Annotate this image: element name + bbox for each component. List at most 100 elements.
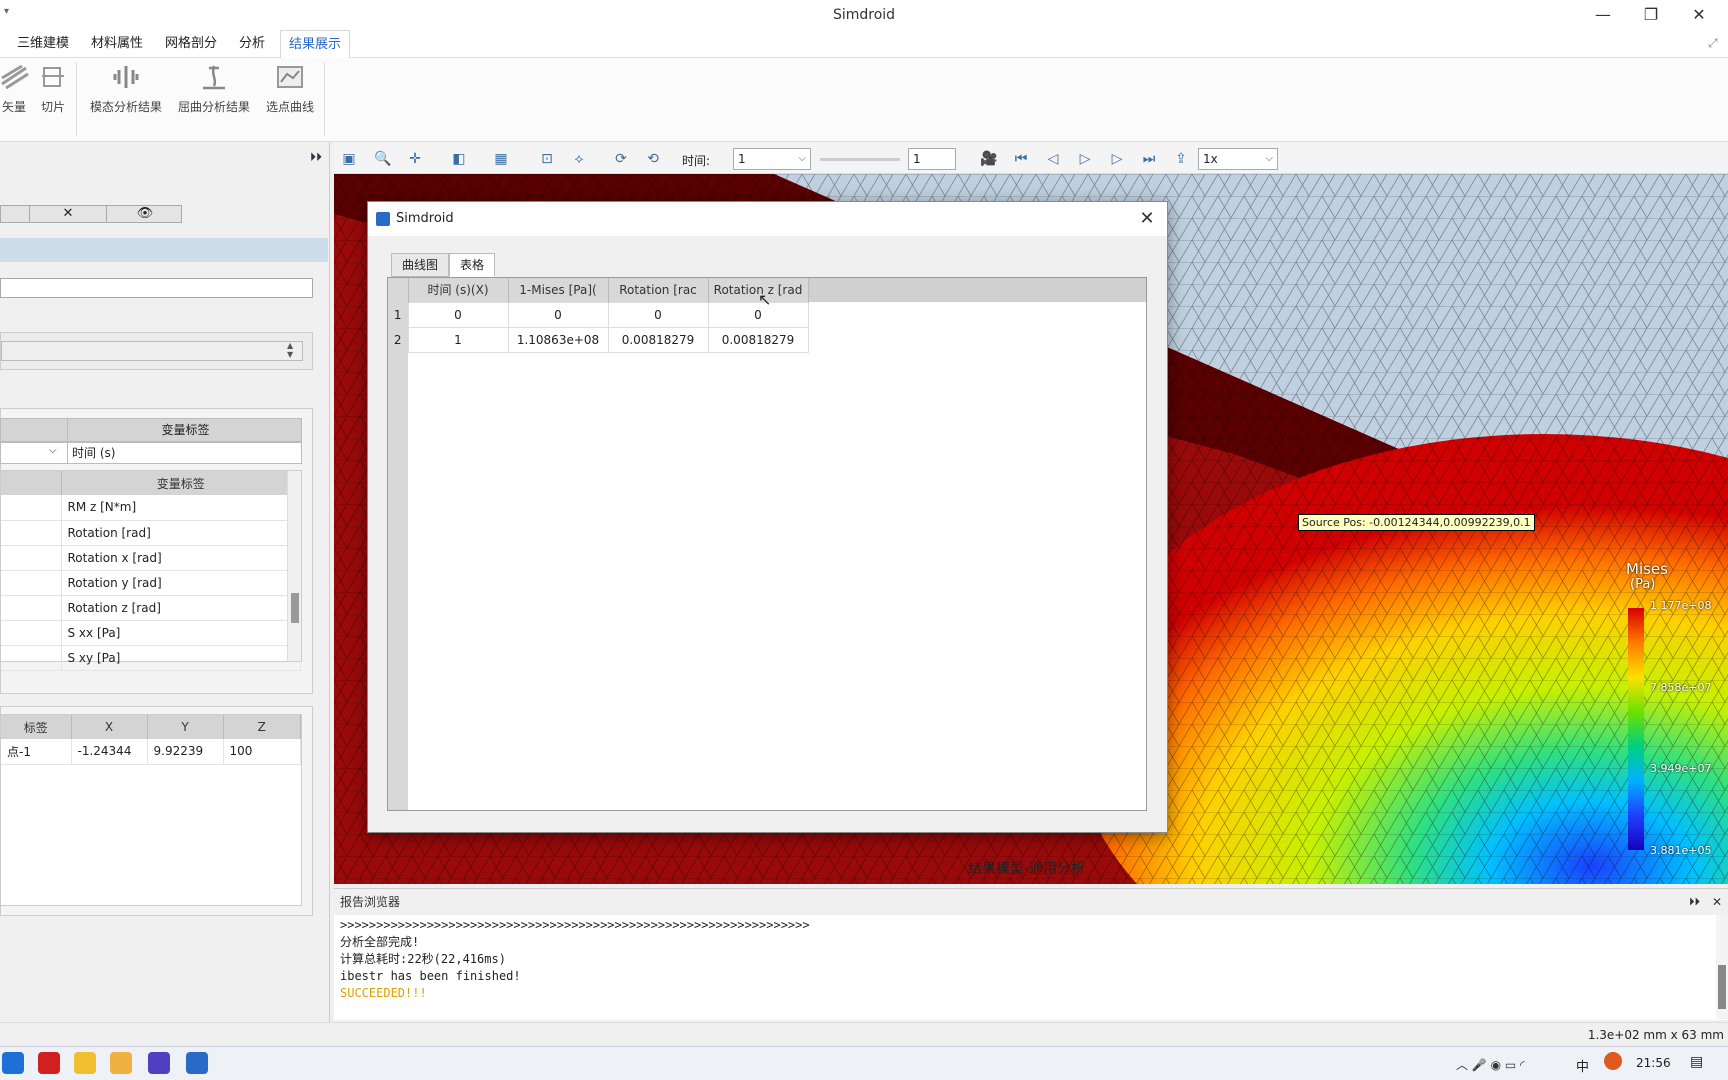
dialog-close-icon[interactable]: ✕ [1133,202,1161,236]
color-legend-bar [1628,608,1644,850]
step-spinbox[interactable]: 1 [908,148,956,170]
last-frame-icon[interactable]: ⏭ [1138,148,1160,170]
report-browser: 报告浏览器 ⏵⏵ ✕ >>>>>>>>>>>>>>>>>>>>>>>>>>>>>… [334,888,1728,1020]
zoom-icon[interactable]: 🔍 [372,148,394,170]
list-item[interactable]: S xy [Pa] [1,645,301,671]
folder-icon[interactable] [110,1052,132,1074]
legend-max: 1.177e+08 [1650,599,1712,612]
reset-rotate-icon[interactable]: ⟲ [642,148,664,170]
view-cube-icon[interactable]: ◧ [448,148,470,170]
tray-icons[interactable]: ︿ 🎤 ◉ ▭ ◜ [1456,1056,1525,1073]
chevron-down-icon: ⌵ [798,153,806,164]
point-curve-button[interactable]: 选点曲线 [262,62,318,115]
name-input[interactable] [0,278,313,298]
system-menu-icon[interactable]: ▾ [4,6,9,17]
vector-button[interactable]: 矢量 [0,62,29,115]
render-mode-icon[interactable]: ▦ [490,148,512,170]
var-list-header: 变量标签 [61,471,301,495]
next-frame-icon[interactable]: ▷ [1106,148,1128,170]
row-header-strip [388,278,408,810]
var-select[interactable]: 时间 (s) [67,443,303,463]
tab-results[interactable]: 结果展示 [280,30,350,58]
notification-icon[interactable]: ▤ [1690,1054,1703,1070]
minimize-button[interactable]: — [1580,0,1626,30]
slice-button[interactable]: 切片 [36,62,70,115]
first-frame-icon[interactable]: ⏮ [1010,148,1032,170]
list-item[interactable]: S xx [Pa] [1,620,301,646]
wps-icon[interactable] [38,1052,60,1074]
legend-value: 7.858e+07 [1650,681,1712,694]
fit-view-icon[interactable]: ⊡ [536,148,558,170]
visibility-eye-icon[interactable]: 👁 [107,206,183,222]
tab-material[interactable]: 材料属性 [86,30,148,58]
spin-input[interactable] [1,341,303,361]
scrollbar-thumb[interactable] [1718,965,1726,1009]
var-header: 变量标签 [67,419,303,441]
close-button[interactable]: ✕ [1676,0,1722,30]
vector-icon [1,64,29,90]
tab-table[interactable]: 表格 [449,253,495,277]
result-table: 时间 (s)(X) 1-Mises [Pa]( Rotation [rac Ro… [387,277,1147,811]
chevron-down-icon[interactable]: ⌵ [49,445,57,456]
clock[interactable]: 21:56 [1636,1056,1671,1070]
collapse-icon[interactable]: ⏵⏵ [1689,889,1700,915]
start-icon[interactable] [2,1052,24,1074]
time-select[interactable]: 1 ⌵ [733,148,811,170]
app-icon[interactable] [74,1052,96,1074]
scrollbar-thumb[interactable] [291,593,299,623]
axis-icon[interactable]: ⟡ [568,148,590,170]
modal-results-icon [113,66,139,88]
ribbon-divider [324,62,325,136]
record-icon[interactable]: 🎥 [978,148,1000,170]
tab-analysis[interactable]: 分析 [234,30,270,58]
modal-results-button[interactable]: 模态分析结果 [88,62,164,115]
list-item[interactable]: Rotation x [rad] [1,545,301,571]
ribbon [0,58,1728,142]
report-close-icon[interactable]: ✕ [1712,889,1722,915]
table-row[interactable]: 1 0 0 0 0 [388,301,809,328]
scale-readout: 1.3e+02 mm x 63 mm [1587,1028,1724,1042]
table-row[interactable]: 点-1 -1.24344 9.92239 100 [1,739,301,765]
ime-indicator[interactable]: 中 [1576,1056,1589,1075]
scrollbar[interactable] [287,471,301,661]
point-curve-icon [277,66,303,88]
buckling-results-button[interactable]: 屈曲分析结果 [176,62,252,115]
col-header[interactable]: 1-Mises [Pa]( [508,278,609,302]
time-label: 时间: [682,154,711,168]
simdroid-taskbar-icon[interactable] [186,1052,208,1074]
export-icon[interactable]: ⇪ [1170,148,1192,170]
restore-button[interactable]: ❐ [1628,0,1674,30]
tab-curve[interactable]: 曲线图 [391,253,449,277]
legend-min: 3.881e+05 [1650,844,1712,857]
antivirus-icon[interactable] [1604,1052,1622,1070]
source-pos-tooltip: Source Pos: -0.00124344,0.00992239,0.1 [1298,514,1535,531]
col-header[interactable]: Rotation [rac [608,278,709,302]
pick-icon[interactable]: ✛ [404,148,426,170]
list-item[interactable]: Rotation [rad] [1,520,301,546]
tab-mesh[interactable]: 网格剖分 [158,30,224,58]
table-row[interactable]: 2 1 1.10863e+08 0.00818279 0.00818279 [388,326,809,353]
selected-row[interactable] [0,238,328,262]
list-item[interactable]: RM z [N*m] [1,495,301,521]
delete-icon[interactable]: ✕ [29,206,107,222]
collapse-panel-icon[interactable]: ⏵⏵ [310,150,322,165]
speed-select[interactable]: 1x ⌵ [1198,148,1278,170]
tab-3d-modeling[interactable]: 三维建模 [10,30,76,58]
buckling-icon [203,65,225,90]
rotate-icon[interactable]: ⟳ [610,148,632,170]
report-scrollbar[interactable] [1716,915,1728,1019]
time-slider[interactable] [820,158,900,161]
list-item[interactable]: Rotation y [rad] [1,570,301,596]
pin-icon[interactable]: ⤢ [1708,36,1718,51]
slice-icon [42,67,64,87]
list-item[interactable]: Rotation z [rad] [1,595,301,621]
col-header[interactable]: 时间 (s)(X) [408,278,509,302]
prev-frame-icon[interactable]: ◁ [1042,148,1064,170]
mouse-cursor-icon: ↖ [758,290,772,309]
spin-arrows-icon[interactable]: ▲ ▼ [287,341,293,359]
app-icon[interactable] [148,1052,170,1074]
play-icon[interactable]: ▷ [1074,148,1096,170]
point-table: 标签 X Y Z 点-1 -1.24344 9.92239 100 [0,714,302,906]
screenshot-icon[interactable]: ▣ [338,148,360,170]
spin-group: ▲ ▼ [0,332,313,370]
